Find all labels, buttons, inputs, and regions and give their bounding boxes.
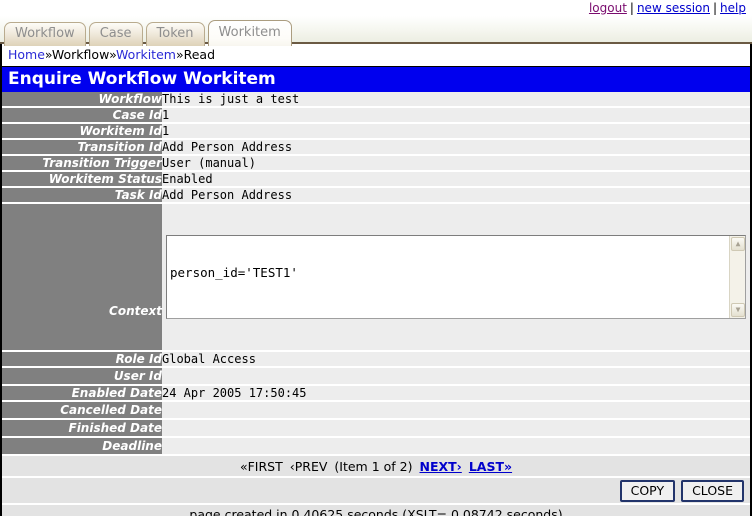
table-row: Finished Date — [2, 419, 750, 437]
workitem-detail-table: Workflow This is just a test Case Id 1 W… — [2, 92, 750, 456]
table-row: Transition Trigger User (manual) — [2, 155, 750, 171]
tab-token[interactable]: Token — [146, 22, 205, 46]
field-value-task-id: Add Person Address — [162, 187, 750, 203]
context-textarea-text: person_id='TEST1' — [167, 264, 745, 280]
pager-first: «FIRST — [240, 459, 283, 474]
tab-case[interactable]: Case — [89, 22, 143, 46]
table-row: Role Id Global Access — [2, 351, 750, 367]
field-value-enabled-date: 24 Apr 2005 17:50:45 — [162, 385, 750, 401]
pager-next[interactable]: NEXT› — [419, 459, 461, 474]
pager-last[interactable]: LAST» — [469, 459, 512, 474]
table-row: Enabled Date 24 Apr 2005 17:50:45 — [2, 385, 750, 401]
breadcrumb-workitem[interactable]: Workitem — [116, 47, 176, 62]
field-value-user-id — [162, 367, 750, 385]
field-value-workitem-id: 1 — [162, 123, 750, 139]
context-textarea[interactable]: person_id='TEST1' ▲ ▼ — [166, 235, 746, 319]
field-value-workflow: This is just a test — [162, 92, 750, 107]
breadcrumb-separator: » — [176, 47, 184, 62]
table-row: Transition Id Add Person Address — [2, 139, 750, 155]
page-credits: page created in 0.40625 seconds (XSLT= 0… — [2, 505, 750, 516]
table-row: Workitem Id 1 — [2, 123, 750, 139]
copy-button[interactable]: COPY — [620, 480, 675, 502]
tab-bar: WorkflowCaseTokenWorkitem — [0, 16, 752, 44]
scroll-up-icon[interactable]: ▲ — [731, 237, 745, 251]
table-row-context: Context person_id='TEST1' ▲ ▼ — [2, 203, 750, 351]
field-label-finished-date: Finished Date — [2, 419, 162, 437]
table-row: Case Id 1 — [2, 107, 750, 123]
table-row: Cancelled Date — [2, 401, 750, 419]
field-value-workitem-status: Enabled — [162, 171, 750, 187]
breadcrumb-separator: » — [45, 47, 52, 62]
breadcrumb-read: Read — [184, 47, 215, 62]
logout-link[interactable]: logout — [589, 1, 627, 15]
breadcrumb-separator: » — [109, 47, 116, 62]
tab-workitem[interactable]: Workitem — [208, 20, 292, 46]
top-links-bar: logout|new session|help — [0, 0, 752, 16]
pager-prev: ‹PREV — [290, 459, 328, 474]
field-label-task-id: Task Id — [2, 187, 162, 203]
scroll-down-icon[interactable]: ▼ — [731, 303, 745, 317]
field-value-transition-id: Add Person Address — [162, 139, 750, 155]
field-label-transition-trigger: Transition Trigger — [2, 155, 162, 171]
field-label-case-id: Case Id — [2, 107, 162, 123]
new-session-link[interactable]: new session — [637, 1, 710, 15]
table-row: Task Id Add Person Address — [2, 187, 750, 203]
main-panel: Enquire Workflow Workitem Workflow This … — [0, 66, 752, 516]
field-value-cancelled-date — [162, 401, 750, 419]
breadcrumb-workflow: Workflow — [52, 47, 109, 62]
field-label-role-id: Role Id — [2, 351, 162, 367]
field-value-transition-trigger: User (manual) — [162, 155, 750, 171]
field-value-role-id: Global Access — [162, 351, 750, 367]
context-scrollbar[interactable]: ▲ ▼ — [729, 236, 745, 318]
pager-position: (Item 1 of 2) — [334, 459, 412, 474]
field-label-enabled-date: Enabled Date — [2, 385, 162, 401]
pagination-bar: «FIRST ‹PREV (Item 1 of 2) NEXT› LAST» — [2, 456, 750, 478]
close-button[interactable]: CLOSE — [681, 480, 744, 502]
breadcrumb-home[interactable]: Home — [8, 47, 45, 62]
field-value-case-id: 1 — [162, 107, 750, 123]
breadcrumb: Home»Workflow»Workitem»Read — [0, 44, 752, 66]
field-label-deadline: Deadline — [2, 437, 162, 455]
field-label-workitem-status: Workitem Status — [2, 171, 162, 187]
link-separator: | — [710, 1, 720, 15]
action-button-bar: COPY CLOSE — [2, 478, 750, 505]
link-separator: | — [627, 1, 637, 15]
table-row: Workitem Status Enabled — [2, 171, 750, 187]
field-label-cancelled-date: Cancelled Date — [2, 401, 162, 419]
field-label-user-id: User Id — [2, 367, 162, 385]
table-row: Deadline — [2, 437, 750, 455]
help-link[interactable]: help — [720, 1, 746, 15]
field-label-workitem-id: Workitem Id — [2, 123, 162, 139]
tab-workflow[interactable]: Workflow — [4, 22, 86, 46]
field-label-workflow: Workflow — [2, 92, 162, 107]
field-value-finished-date — [162, 419, 750, 437]
field-value-deadline — [162, 437, 750, 455]
table-row: Workflow This is just a test — [2, 92, 750, 107]
field-label-context: Context — [2, 203, 162, 351]
field-value-context: person_id='TEST1' ▲ ▼ — [162, 203, 750, 351]
page-title: Enquire Workflow Workitem — [2, 67, 750, 92]
field-label-transition-id: Transition Id — [2, 139, 162, 155]
table-row: User Id — [2, 367, 750, 385]
